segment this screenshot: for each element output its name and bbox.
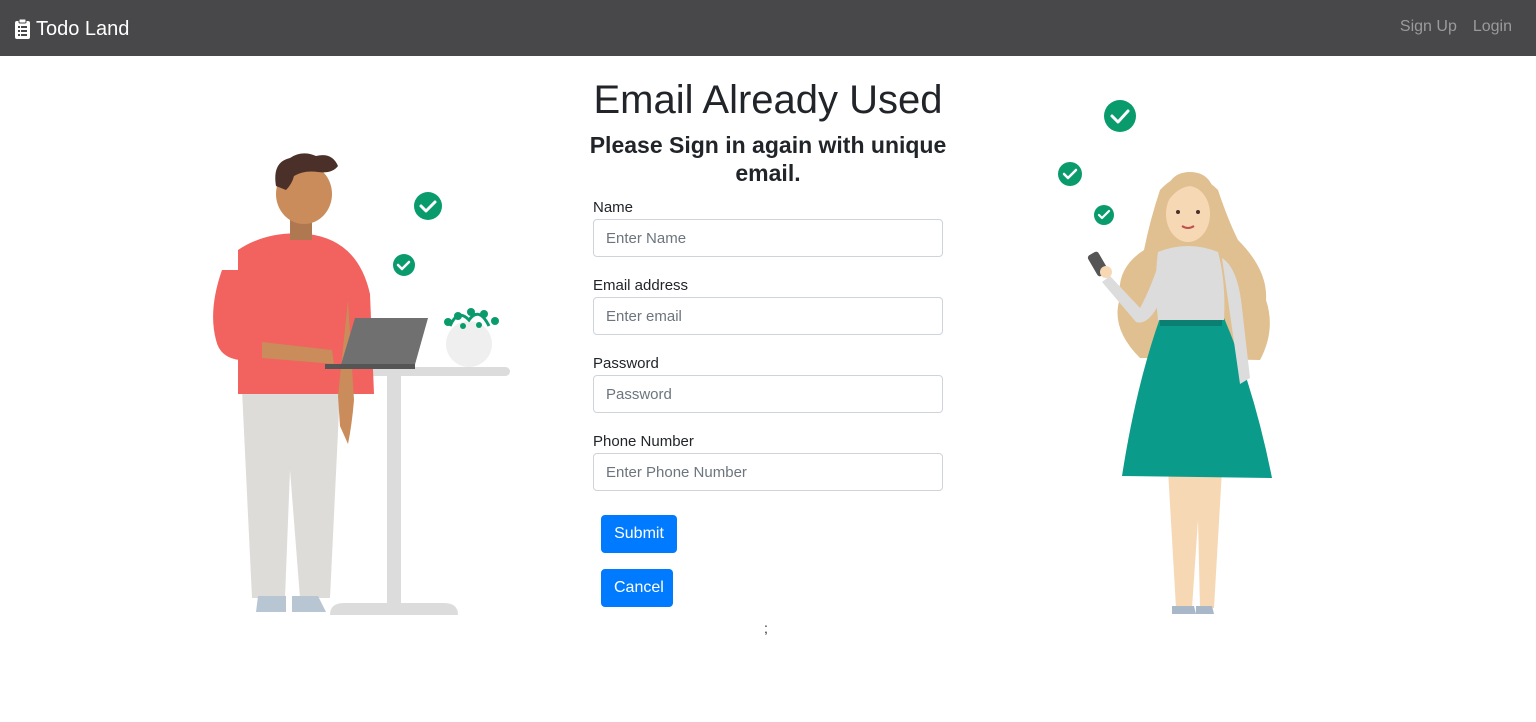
- phone-label: Phone Number: [593, 433, 694, 450]
- brand-text: Todo Land: [36, 17, 130, 40]
- email-input[interactable]: [593, 297, 943, 335]
- name-label: Name: [593, 199, 634, 216]
- woman-with-phone-illustration: [1058, 100, 1272, 614]
- nav-signup-link[interactable]: Sign Up: [1400, 18, 1457, 36]
- password-label: Password: [593, 355, 659, 372]
- check-circle-icon: [393, 254, 415, 276]
- password-input[interactable]: [593, 375, 943, 413]
- stray-text: ;: [764, 620, 768, 636]
- brand[interactable]: Todo Land: [15, 16, 129, 42]
- clipboard-list-icon: [15, 19, 30, 39]
- page-subtitle: Please Sign in again with unique email.: [589, 132, 947, 186]
- check-circle-icon: [1104, 100, 1136, 132]
- check-circle-icon: [414, 192, 442, 220]
- phone-input[interactable]: [593, 453, 943, 491]
- page-title: Email Already Used: [593, 78, 943, 122]
- nav-login-link[interactable]: Login: [1473, 18, 1512, 36]
- man-at-desk-illustration: [213, 153, 510, 615]
- email-label: Email address: [593, 277, 689, 294]
- check-circle-icon: [1094, 205, 1114, 225]
- name-input[interactable]: [593, 219, 943, 257]
- cancel-button[interactable]: Cancel: [601, 569, 673, 607]
- submit-button[interactable]: Submit: [601, 515, 677, 553]
- navbar: Todo Land Sign Up Login: [0, 0, 1536, 56]
- check-circle-icon: [1058, 162, 1082, 186]
